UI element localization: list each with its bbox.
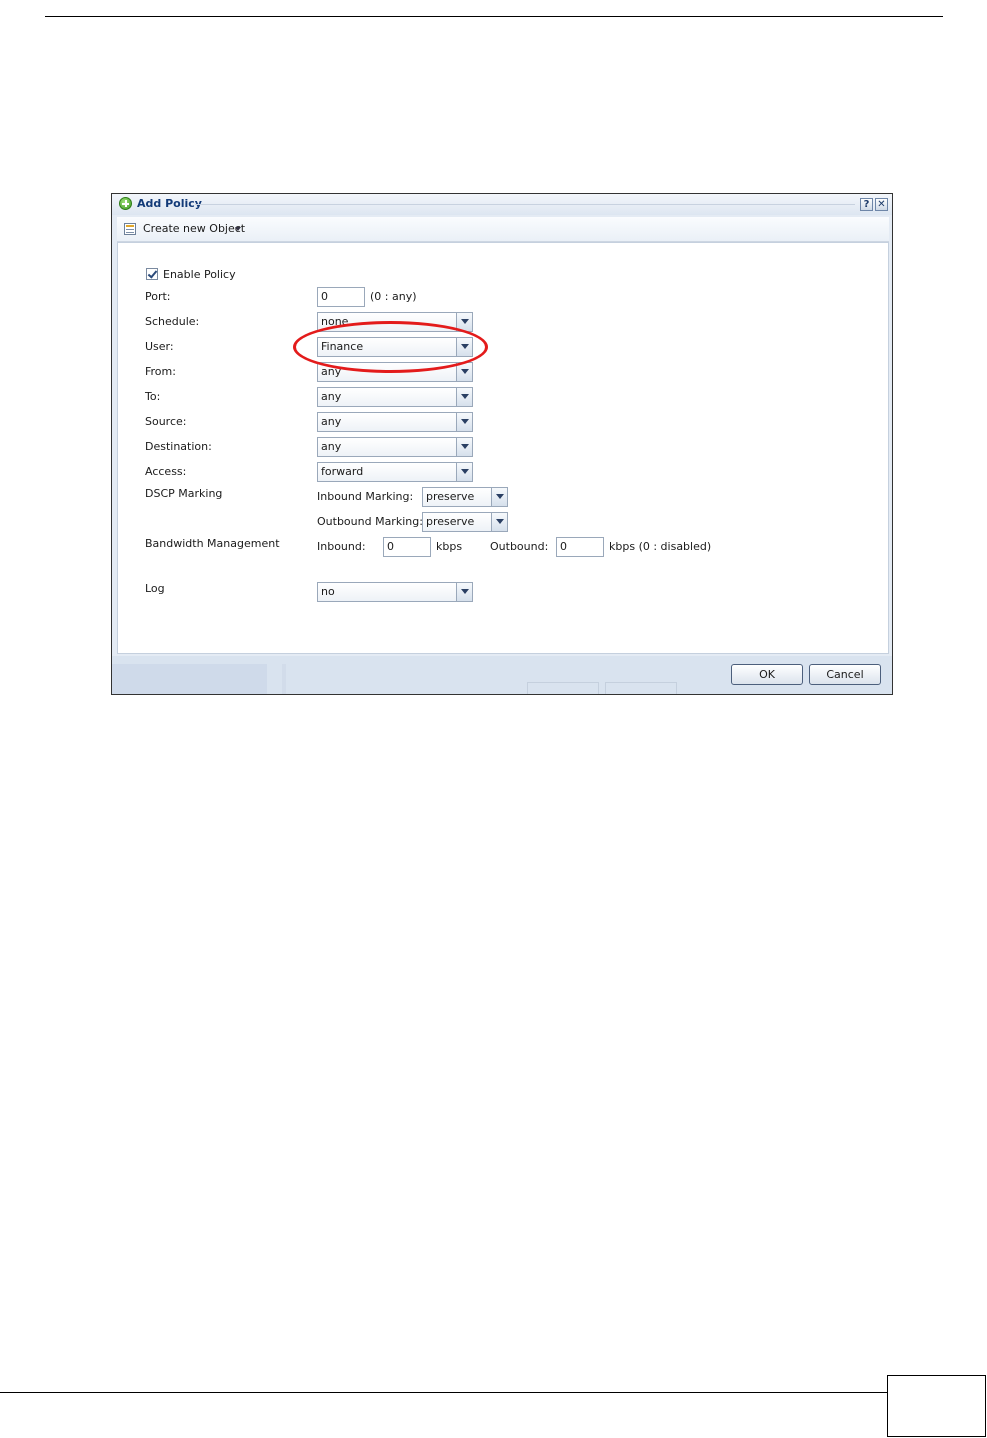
bandwidth-outbound-unit: kbps (0 : disabled) — [609, 540, 712, 553]
page-number-box — [887, 1375, 986, 1437]
chevron-down-icon[interactable] — [235, 227, 241, 231]
destination-label: Destination: — [145, 440, 212, 453]
bandwidth-outbound-input[interactable]: 0 — [556, 537, 604, 557]
bandwidth-inbound-label: Inbound: — [317, 540, 366, 553]
to-select[interactable]: any — [317, 387, 473, 407]
dialog-titlebar: Add Policy ? ✕ — [112, 194, 892, 215]
inbound-marking-value: preserve — [426, 490, 475, 503]
bandwidth-inbound-input[interactable]: 0 — [383, 537, 431, 557]
port-label: Port: — [145, 290, 171, 303]
access-select[interactable]: forward — [317, 462, 473, 482]
inbound-marking-label: Inbound Marking: — [317, 490, 414, 503]
enable-policy-checkbox[interactable] — [146, 268, 158, 280]
access-label: Access: — [145, 465, 187, 478]
destination-select[interactable]: any — [317, 437, 473, 457]
inbound-marking-select[interactable]: preserve — [422, 487, 508, 507]
background-panel — [112, 664, 267, 694]
object-list-icon — [124, 223, 136, 235]
chevron-down-icon[interactable] — [456, 413, 472, 431]
source-select[interactable]: any — [317, 412, 473, 432]
titlebar-divider — [195, 204, 855, 205]
help-button[interactable]: ? — [860, 198, 873, 211]
port-input[interactable]: 0 — [317, 287, 365, 307]
policy-form: Enable Policy Port: 0 (0 : any) Schedule… — [117, 242, 889, 654]
log-select[interactable]: no — [317, 582, 473, 602]
background-button — [605, 682, 677, 694]
cancel-button[interactable]: Cancel — [809, 664, 881, 685]
outbound-marking-value: preserve — [426, 515, 475, 528]
from-label: From: — [145, 365, 176, 378]
source-label: Source: — [145, 415, 187, 428]
chevron-down-icon[interactable] — [456, 388, 472, 406]
to-value: any — [321, 390, 342, 403]
chevron-down-icon[interactable] — [491, 513, 507, 531]
destination-value: any — [321, 440, 342, 453]
outbound-marking-select[interactable]: preserve — [422, 512, 508, 532]
source-value: any — [321, 415, 342, 428]
dialog-footer: OK Cancel — [112, 656, 892, 694]
add-policy-dialog: Add Policy ? ✕ Create new Object Enable … — [111, 193, 893, 695]
bandwidth-inbound-unit: kbps — [436, 540, 463, 553]
footer-rule — [0, 1392, 888, 1393]
bandwidth-outbound-label: Outbound: — [490, 540, 549, 553]
dscp-marking-label: DSCP Marking — [145, 487, 223, 500]
create-new-object-button[interactable]: Create new Object — [143, 222, 245, 235]
outbound-marking-label: Outbound Marking: — [317, 515, 423, 528]
ok-button[interactable]: OK — [731, 664, 803, 685]
add-icon — [119, 197, 132, 210]
user-label: User: — [145, 340, 174, 353]
log-value: no — [321, 585, 335, 598]
dialog-toolbar: Create new Object — [117, 217, 889, 242]
bandwidth-management-label: Bandwidth Management — [145, 537, 280, 550]
chevron-down-icon[interactable] — [456, 463, 472, 481]
user-highlight-ellipse — [293, 321, 488, 373]
schedule-label: Schedule: — [145, 315, 200, 328]
background-button — [527, 682, 599, 694]
access-value: forward — [321, 465, 364, 478]
chevron-down-icon[interactable] — [456, 583, 472, 601]
background-divider — [282, 664, 286, 694]
chevron-down-icon[interactable] — [491, 488, 507, 506]
chevron-down-icon[interactable] — [456, 363, 472, 381]
enable-policy-label: Enable Policy — [163, 268, 236, 281]
to-label: To: — [145, 390, 161, 403]
port-hint: (0 : any) — [370, 290, 417, 303]
close-button[interactable]: ✕ — [875, 198, 888, 211]
header-rule — [45, 16, 943, 17]
chevron-down-icon[interactable] — [456, 438, 472, 456]
dialog-title: Add Policy — [137, 197, 202, 210]
log-label: Log — [145, 582, 165, 595]
